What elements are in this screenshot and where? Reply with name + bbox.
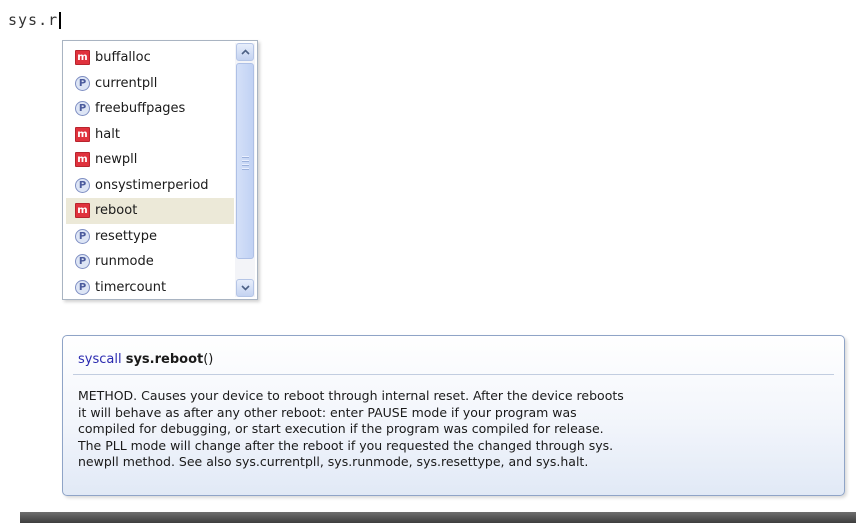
completion-item-label: buffalloc xyxy=(95,50,151,66)
tooltip-signature: syscall sys.reboot() xyxy=(78,352,213,367)
signature-name: sys.reboot xyxy=(125,352,204,367)
property-icon: P xyxy=(75,101,90,117)
method-icon: m xyxy=(75,126,90,142)
property-icon: P xyxy=(75,75,90,91)
completion-item-label: resettype xyxy=(95,228,157,244)
completion-item-buffalloc[interactable]: m buffalloc xyxy=(66,45,234,71)
completion-item-timercount[interactable]: P timercount xyxy=(66,275,234,301)
completion-item-runmode[interactable]: P runmode xyxy=(66,249,234,275)
property-icon: P xyxy=(75,177,90,193)
scrollbar-thumb[interactable] xyxy=(236,63,254,259)
method-icon: m xyxy=(75,203,90,219)
signature-params: () xyxy=(203,352,214,367)
signature-keyword: syscall xyxy=(78,352,122,367)
completion-item-label: currentpll xyxy=(95,75,158,91)
completion-item-label: freebuffpages xyxy=(95,101,186,117)
completion-item-label: halt xyxy=(95,126,120,142)
property-icon: P xyxy=(75,254,90,270)
completion-item-label: onsystimerperiod xyxy=(95,177,209,193)
completion-item-onsystimerperiod[interactable]: P onsystimerperiod xyxy=(66,173,234,199)
property-icon: P xyxy=(75,279,90,295)
scroll-up-icon xyxy=(240,49,250,55)
autocomplete-list[interactable]: m buffalloc P currentpll P freebuffpages… xyxy=(62,40,258,300)
completion-item-label: newpll xyxy=(95,152,138,168)
method-icon: m xyxy=(75,152,90,168)
scroll-down-button[interactable] xyxy=(236,279,254,297)
completion-item-freebuffpages[interactable]: P freebuffpages xyxy=(66,96,234,122)
code-editor-line[interactable]: sys.r xyxy=(8,9,62,31)
completion-item-resettype[interactable]: P resettype xyxy=(66,224,234,250)
method-icon: m xyxy=(75,50,90,66)
tooltip-description: METHOD. Causes your device to reboot thr… xyxy=(78,388,624,469)
tooltip-divider xyxy=(73,374,834,375)
completion-item-currentpll[interactable]: P currentpll xyxy=(66,71,234,97)
vertical-scrollbar[interactable] xyxy=(235,43,255,297)
completion-item-label: timercount xyxy=(95,279,167,295)
completion-item-label: reboot xyxy=(95,203,138,219)
property-icon: P xyxy=(75,228,90,244)
scroll-up-button[interactable] xyxy=(236,43,254,61)
scroll-down-icon xyxy=(240,285,250,291)
scrollbar-grip-icon xyxy=(242,156,249,172)
bottom-shadow-bar xyxy=(20,512,856,523)
completion-item-reboot[interactable]: m reboot xyxy=(66,198,234,224)
signature-tooltip: syscall sys.reboot() METHOD. Causes your… xyxy=(62,335,845,496)
completion-item-halt[interactable]: m halt xyxy=(66,122,234,148)
text-caret xyxy=(59,11,62,29)
autocomplete-items: m buffalloc P currentpll P freebuffpages… xyxy=(66,45,234,300)
completion-item-newpll[interactable]: m newpll xyxy=(66,147,234,173)
editor-text: sys.r xyxy=(8,11,59,29)
completion-item-label: runmode xyxy=(95,254,154,270)
